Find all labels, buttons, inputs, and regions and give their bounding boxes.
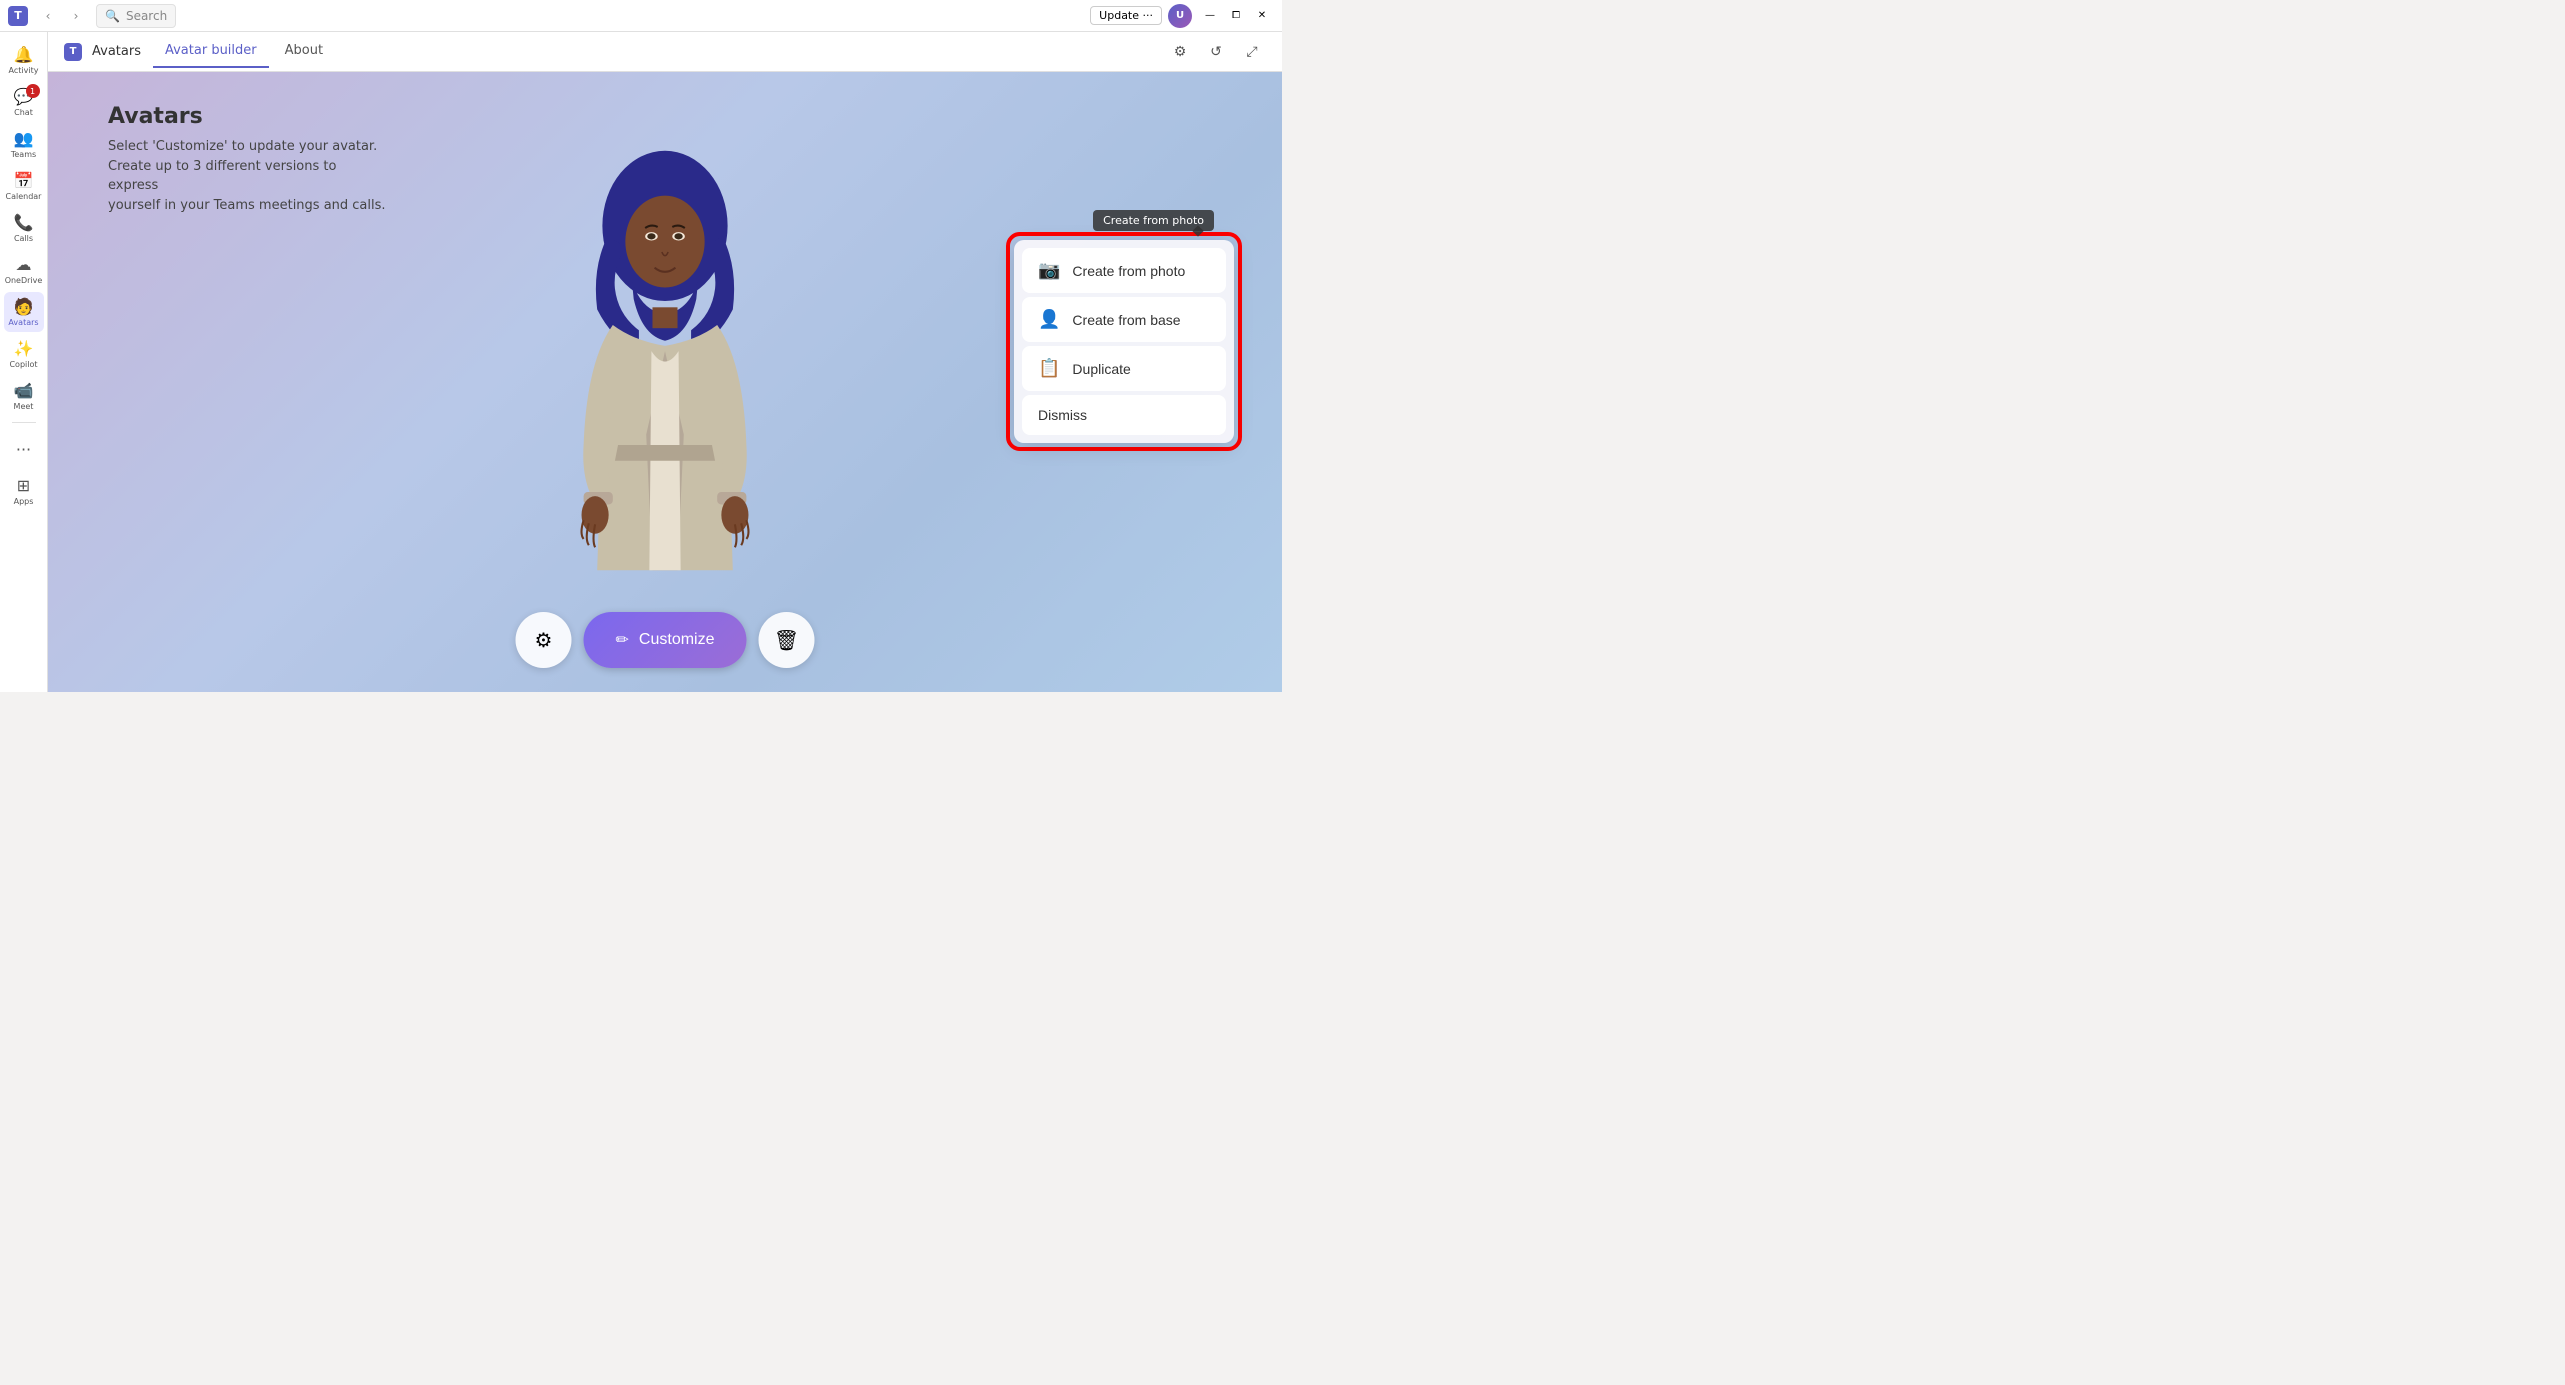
- person-icon: 👤: [1038, 309, 1060, 330]
- sidebar-item-meet[interactable]: 📹 Meet: [4, 376, 44, 416]
- more-icon: ···: [16, 440, 31, 459]
- page-description-line1: Select 'Customize' to update your avatar…: [108, 139, 377, 154]
- restore-button[interactable]: ⧠: [1224, 4, 1248, 28]
- customize-button[interactable]: ✏ Customize: [584, 612, 747, 668]
- apps-icon: ⊞: [17, 476, 30, 495]
- nav-controls: ‹ ›: [36, 4, 88, 28]
- sidebar-label-chat: Chat: [14, 108, 33, 117]
- popout-icon-btn[interactable]: ⤢: [1238, 38, 1266, 66]
- tab-bar: T Avatars Avatar builder About ⚙ ↺ ⤢: [48, 32, 1282, 72]
- menu-item-create-from-photo[interactable]: 📷 Create from photo: [1022, 248, 1226, 293]
- settings-button[interactable]: ⚙: [516, 612, 572, 668]
- sidebar-label-avatars: Avatars: [8, 318, 38, 327]
- settings-icon-btn[interactable]: ⚙: [1166, 38, 1194, 66]
- dropdown-highlight: Create from photo 📷 Create from photo 👤 …: [1006, 232, 1242, 451]
- user-avatar[interactable]: U: [1168, 4, 1192, 28]
- title-bar-left: T ‹ › 🔍 Search: [8, 4, 176, 28]
- dismiss-label: Dismiss: [1038, 407, 1087, 423]
- page-description-line3: yourself in your Teams meetings and call…: [108, 198, 386, 213]
- customize-label: Customize: [639, 631, 715, 649]
- dropdown-menu: 📷 Create from photo 👤 Create from base 📋: [1014, 240, 1234, 443]
- copilot-icon: ✨: [14, 339, 34, 358]
- menu-item-duplicate[interactable]: 📋 Duplicate: [1022, 346, 1226, 391]
- sidebar-divider: [12, 422, 36, 423]
- update-button[interactable]: Update ···: [1090, 6, 1162, 25]
- sidebar-item-avatars[interactable]: 🧑 Avatars: [4, 292, 44, 332]
- calendar-icon: 📅: [14, 171, 34, 190]
- calls-icon: 📞: [14, 213, 34, 232]
- create-from-base-label: Create from base: [1072, 312, 1180, 328]
- back-button[interactable]: ‹: [36, 4, 60, 28]
- customize-pencil-icon: ✏: [616, 630, 629, 650]
- sidebar-label-calls: Calls: [14, 234, 33, 243]
- page-description: Select 'Customize' to update your avatar…: [108, 137, 388, 215]
- page-description-line2: Create up to 3 different versions to exp…: [108, 159, 336, 194]
- camera-icon: 📷: [1038, 260, 1060, 281]
- update-label: Update ···: [1099, 9, 1153, 22]
- menu-item-create-from-base[interactable]: 👤 Create from base: [1022, 297, 1226, 342]
- sidebar-item-onedrive[interactable]: ☁ OneDrive: [4, 250, 44, 290]
- sidebar-label-activity: Activity: [9, 66, 39, 75]
- tab-bar-app-icon: T: [64, 43, 82, 61]
- settings-icon: ⚙: [535, 628, 553, 653]
- title-bar: T ‹ › 🔍 Search Update ··· U — ⧠ ✕: [0, 0, 1282, 32]
- minimize-button[interactable]: —: [1198, 4, 1222, 28]
- forward-button[interactable]: ›: [64, 4, 88, 28]
- chat-badge: 1: [26, 84, 40, 98]
- sidebar-item-activity[interactable]: 🔔 Activity: [4, 40, 44, 80]
- page-title: Avatars: [108, 104, 388, 129]
- sidebar-item-calls[interactable]: 📞 Calls: [4, 208, 44, 248]
- avatar-figure: [555, 132, 775, 612]
- duplicate-label: Duplicate: [1072, 361, 1130, 377]
- teams-icon: 👥: [14, 129, 34, 148]
- sidebar-item-copilot[interactable]: ✨ Copilot: [4, 334, 44, 374]
- title-bar-right: Update ··· U — ⧠ ✕: [1090, 4, 1274, 28]
- sidebar-label-calendar: Calendar: [6, 192, 42, 201]
- sidebar-item-chat[interactable]: 💬 Chat 1: [4, 82, 44, 122]
- create-from-photo-label: Create from photo: [1072, 263, 1185, 279]
- bottom-toolbar: ⚙ ✏ Customize 🗑: [516, 612, 815, 668]
- refresh-icon-btn[interactable]: ↺: [1202, 38, 1230, 66]
- app-container: T ‹ › 🔍 Search Update ··· U — ⧠ ✕: [0, 0, 1282, 692]
- main-layout: 🔔 Activity 💬 Chat 1 👥 Teams 📅 Calendar 📞…: [0, 32, 1282, 692]
- sidebar-item-calendar[interactable]: 📅 Calendar: [4, 166, 44, 206]
- tab-about-label: About: [285, 43, 323, 58]
- search-bar[interactable]: 🔍 Search: [96, 4, 176, 28]
- sidebar-label-meet: Meet: [14, 402, 34, 411]
- delete-button[interactable]: 🗑: [758, 612, 814, 668]
- delete-icon: 🗑: [774, 628, 799, 653]
- sidebar: 🔔 Activity 💬 Chat 1 👥 Teams 📅 Calendar 📞…: [0, 32, 48, 692]
- avatar-svg: [555, 132, 775, 612]
- sidebar-label-apps: Apps: [14, 497, 34, 506]
- tab-about[interactable]: About: [273, 35, 335, 68]
- sidebar-item-more[interactable]: ···: [4, 429, 44, 469]
- tab-avatar-builder-label: Avatar builder: [165, 43, 257, 58]
- onedrive-icon: ☁: [16, 255, 32, 274]
- sidebar-label-onedrive: OneDrive: [5, 276, 43, 285]
- page-header: Avatars Select 'Customize' to update you…: [108, 104, 388, 215]
- dropdown-container: Create from photo 📷 Create from photo 👤 …: [1006, 232, 1242, 451]
- tab-bar-app-name: Avatars: [92, 44, 141, 59]
- duplicate-icon: 📋: [1038, 358, 1060, 379]
- tab-avatar-builder[interactable]: Avatar builder: [153, 35, 269, 68]
- close-button[interactable]: ✕: [1250, 4, 1274, 28]
- tab-bar-right: ⚙ ↺ ⤢: [1166, 38, 1266, 66]
- main-content: Avatars Select 'Customize' to update you…: [48, 72, 1282, 692]
- window-controls: — ⧠ ✕: [1198, 4, 1274, 28]
- search-icon: 🔍: [105, 9, 120, 23]
- sidebar-label-teams: Teams: [11, 150, 36, 159]
- meet-icon: 📹: [14, 381, 34, 400]
- search-placeholder: Search: [126, 9, 167, 23]
- sidebar-label-copilot: Copilot: [9, 360, 37, 369]
- tooltip-label: Create from photo: [1093, 210, 1214, 231]
- teams-logo-icon: T: [8, 6, 28, 26]
- dropdown-wrapper: Create from photo 📷 Create from photo 👤 …: [1014, 240, 1234, 443]
- activity-icon: 🔔: [14, 45, 34, 64]
- content-area: T Avatars Avatar builder About ⚙ ↺ ⤢: [48, 32, 1282, 692]
- sidebar-item-apps[interactable]: ⊞ Apps: [4, 471, 44, 511]
- menu-item-dismiss[interactable]: Dismiss: [1022, 395, 1226, 435]
- avatars-icon: 🧑: [14, 297, 34, 316]
- sidebar-item-teams[interactable]: 👥 Teams: [4, 124, 44, 164]
